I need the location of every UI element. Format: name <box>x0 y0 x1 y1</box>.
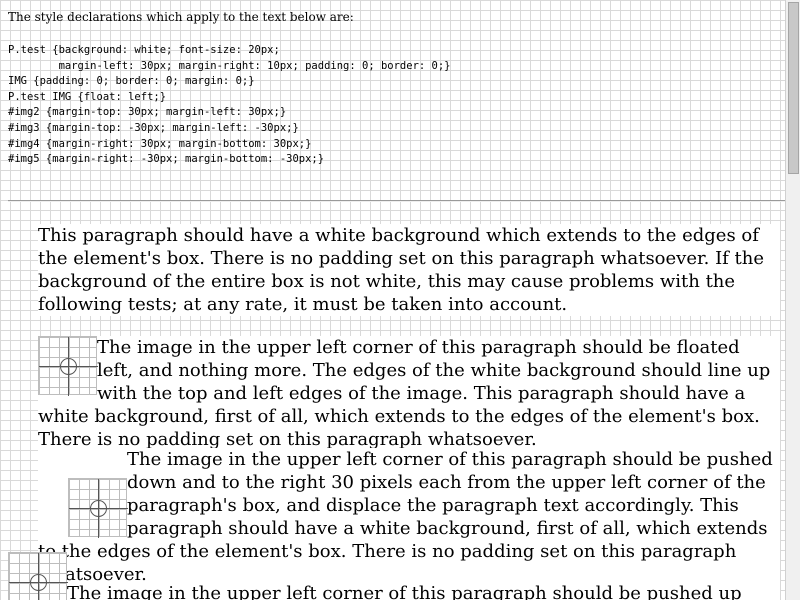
paragraph-text: The image in the upper left corner of th… <box>38 449 773 585</box>
crosshair-icon <box>8 552 68 600</box>
paragraph-text: The image in the upper left corner of th… <box>67 583 742 600</box>
horizontal-rule <box>8 200 786 202</box>
intro-text: The style declarations which apply to th… <box>8 10 354 24</box>
page-content: The style declarations which apply to th… <box>0 0 786 600</box>
test-paragraph-1: This paragraph should have a white backg… <box>38 224 780 316</box>
crosshair-icon <box>38 336 98 396</box>
style-declarations: P.test {background: white; font-size: 20… <box>8 44 451 166</box>
test-paragraph-3: The image in the upper left corner of th… <box>38 448 780 586</box>
scrollbar-thumb[interactable] <box>788 2 799 174</box>
paragraph-text: This paragraph should have a white backg… <box>38 225 765 315</box>
paragraph-text: The image in the upper left corner of th… <box>38 337 771 450</box>
crosshair-icon <box>68 478 128 538</box>
test-paragraph-4: The image in the upper left corner of th… <box>8 552 780 600</box>
test-paragraph-2: The image in the upper left corner of th… <box>38 336 780 451</box>
vertical-scrollbar[interactable] <box>785 0 800 600</box>
